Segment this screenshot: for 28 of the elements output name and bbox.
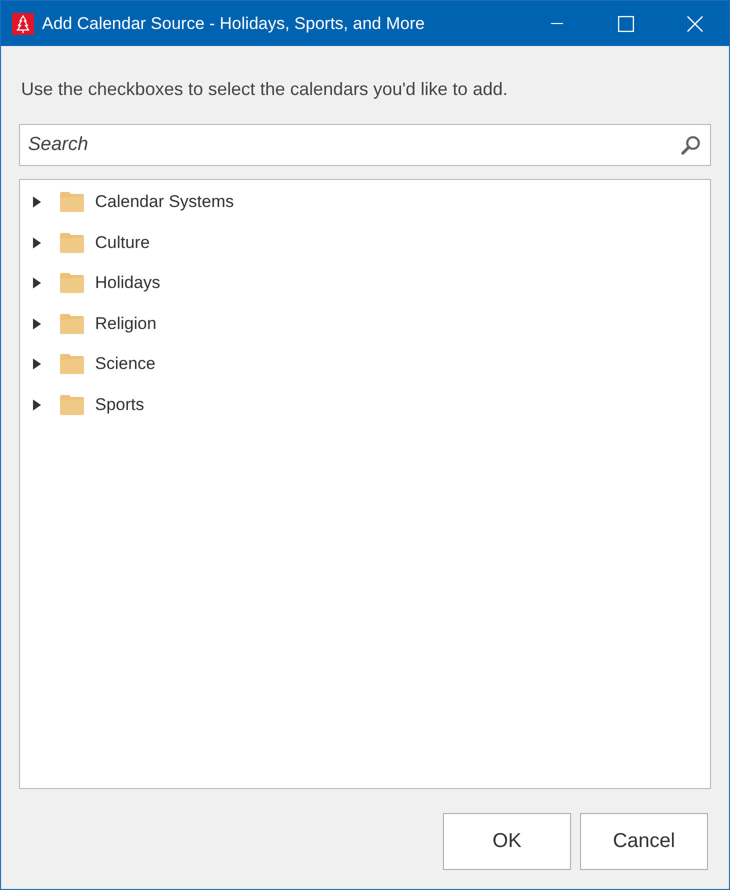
expand-arrow-icon[interactable]	[32, 318, 42, 330]
tree-item[interactable]: Calendar Systems	[20, 182, 710, 222]
expand-arrow-icon[interactable]	[32, 277, 42, 290]
tree-app-icon	[12, 12, 34, 34]
maximize-icon	[618, 16, 634, 32]
expand-arrow-icon[interactable]	[32, 196, 42, 208]
window-title: Add Calendar Source - Holidays, Sports, and More	[42, 14, 426, 34]
search-field[interactable]: Search	[19, 124, 711, 166]
folder-icon	[60, 354, 84, 374]
tree-item[interactable]: Science	[20, 344, 710, 384]
folder-icon	[60, 192, 84, 212]
search-icon	[681, 135, 701, 155]
instruction-text: Use the checkboxes to select the calendars you'd like to add.	[21, 78, 509, 101]
expand-arrow-icon[interactable]	[32, 236, 42, 249]
cancel-button[interactable]: Cancel	[580, 813, 708, 870]
tree-item[interactable]: Holidays	[20, 263, 710, 304]
expand-arrow-icon[interactable]	[32, 398, 42, 411]
ok-button[interactable]: OK	[443, 813, 571, 870]
minimize-icon	[548, 22, 564, 24]
expand-arrow-icon[interactable]	[32, 358, 42, 370]
tree-item[interactable]: Sports	[20, 384, 710, 425]
tree-item[interactable]: Religion	[20, 304, 710, 344]
close-icon	[686, 16, 702, 32]
folder-icon	[60, 394, 84, 415]
folder-icon	[60, 314, 84, 334]
folder-icon	[60, 273, 84, 294]
tree-item[interactable]: Culture	[20, 222, 710, 263]
folder-icon	[60, 232, 84, 253]
